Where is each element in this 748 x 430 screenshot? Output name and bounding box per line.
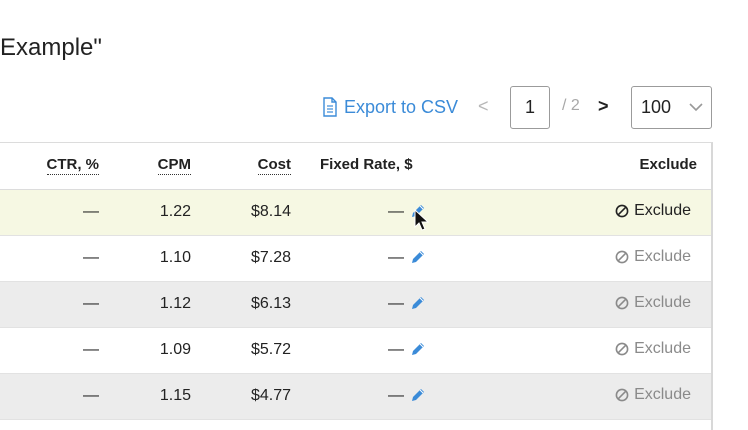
ban-icon [615, 204, 629, 218]
pencil-icon[interactable] [410, 295, 426, 311]
exclude-button[interactable]: Exclude [615, 386, 691, 404]
cell-ctr: — [83, 295, 99, 312]
table-row: — 1.10 $7.28 — Exclude [0, 236, 711, 282]
pencil-icon[interactable] [410, 203, 426, 219]
page-title: Example" [0, 34, 102, 61]
table-header: CTR, % CPM Cost Fixed Rate, $ Exclude [0, 143, 711, 190]
cell-cpm: 1.12 [159, 295, 191, 312]
chevron-down-icon [689, 103, 703, 112]
table-row: — 1.22 $8.14 — Exclude [0, 190, 711, 236]
prev-page-button[interactable]: < [478, 96, 489, 117]
table-row: — 1.09 $5.72 — Exclude [0, 328, 711, 374]
exclude-button[interactable]: Exclude [615, 202, 691, 220]
exclude-label: Exclude [634, 248, 691, 265]
pencil-icon[interactable] [410, 341, 426, 357]
ban-icon [615, 296, 629, 310]
cell-cost: $4.77 [250, 387, 291, 404]
table-row: — 1.15 $4.77 — Exclude [0, 374, 711, 420]
column-header-exclude: Exclude [639, 156, 697, 173]
data-table: CTR, % CPM Cost Fixed Rate, $ Exclude — 1… [0, 142, 713, 430]
exclude-label: Exclude [634, 386, 691, 403]
cell-fixed-rate: — [388, 249, 404, 266]
cell-cost: $7.28 [250, 249, 291, 266]
export-csv-label: Export to CSV [344, 96, 459, 117]
exclude-label: Exclude [634, 340, 691, 357]
cell-cpm: 1.10 [159, 249, 191, 266]
export-csv-link[interactable]: Export to CSV [322, 95, 458, 119]
table-row: — 1.12 $6.13 — Exclude [0, 282, 711, 328]
column-header-fixed-rate: Fixed Rate, $ [320, 156, 413, 173]
cell-ctr: — [83, 387, 99, 404]
pencil-icon[interactable] [410, 387, 426, 403]
cell-cost: $8.14 [250, 203, 291, 220]
cell-cpm: 1.15 [159, 387, 191, 404]
exclude-label: Exclude [634, 294, 691, 311]
cell-cost: $5.72 [250, 341, 291, 358]
cell-cpm: 1.22 [159, 203, 191, 220]
cell-cpm: 1.09 [159, 341, 191, 358]
per-page-select[interactable]: 100 [631, 86, 712, 129]
cell-fixed-rate: — [388, 203, 404, 220]
cell-fixed-rate: — [388, 295, 404, 312]
document-icon [323, 97, 337, 117]
exclude-button[interactable]: Exclude [615, 248, 691, 266]
exclude-button[interactable]: Exclude [615, 294, 691, 312]
column-header-ctr[interactable]: CTR, % [46, 156, 99, 175]
cell-fixed-rate: — [388, 341, 404, 358]
ban-icon [615, 388, 629, 402]
cell-ctr: — [83, 249, 99, 266]
exclude-label: Exclude [634, 202, 691, 219]
cell-fixed-rate: — [388, 387, 404, 404]
cell-ctr: — [83, 203, 99, 220]
page-number-input[interactable]: 1 [510, 86, 550, 129]
ban-icon [615, 342, 629, 356]
ban-icon [615, 250, 629, 264]
per-page-value: 100 [641, 97, 672, 117]
pencil-icon[interactable] [410, 249, 426, 265]
next-page-button[interactable]: > [598, 96, 609, 117]
column-header-cost[interactable]: Cost [257, 156, 291, 175]
column-header-cpm[interactable]: CPM [157, 156, 191, 175]
cell-cost: $6.13 [250, 295, 291, 312]
total-pages-label: / 2 [562, 97, 580, 114]
cell-ctr: — [83, 341, 99, 358]
exclude-button[interactable]: Exclude [615, 340, 691, 358]
table-toolbar: Export to CSV < 1 / 2 > 100 [0, 86, 748, 129]
